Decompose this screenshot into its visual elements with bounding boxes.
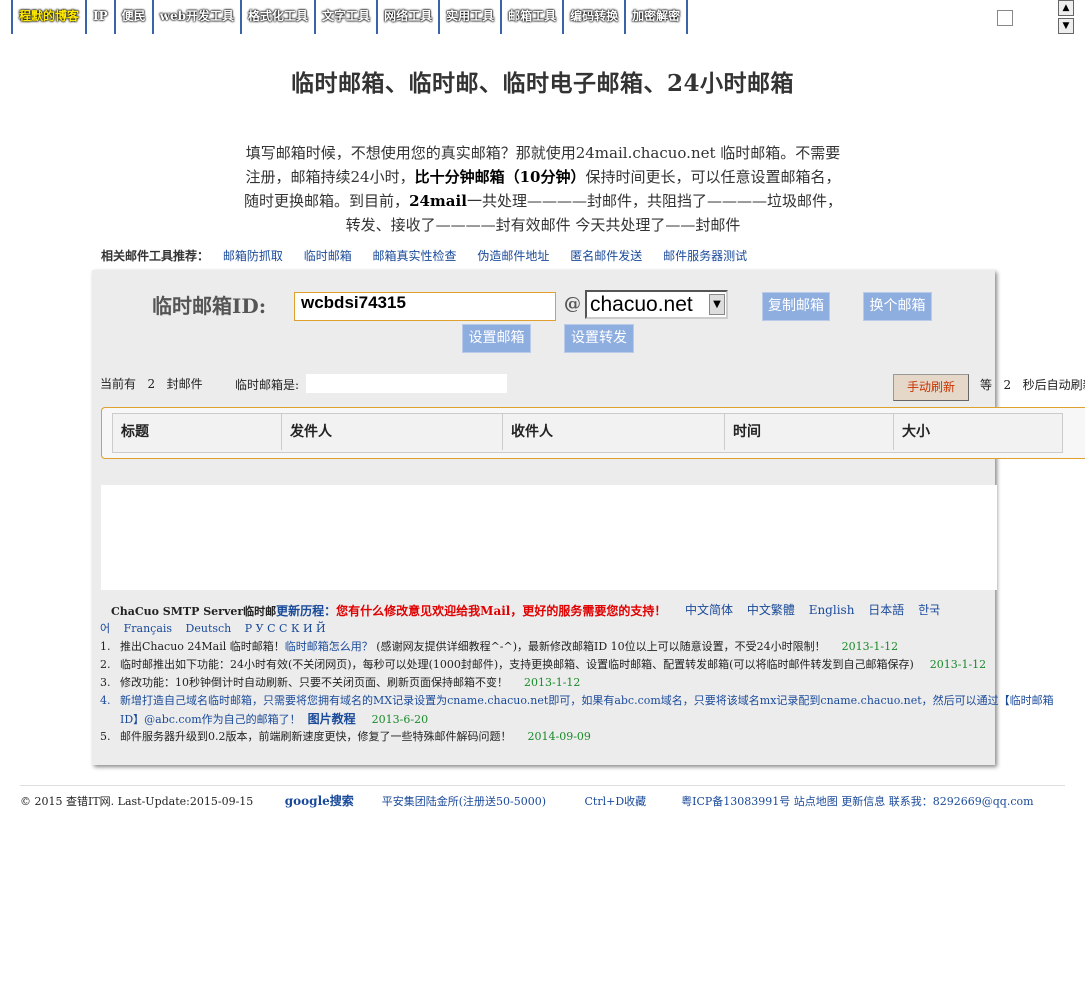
news-item-cont: ID】@abc.com作为自己的邮箱了！ 图片教程 2013-6-20 bbox=[120, 712, 429, 726]
col-size: 大小 bbox=[902, 424, 930, 440]
nav-text-tools[interactable]: 文字工具 bbox=[314, 0, 376, 34]
howto-link[interactable]: 临时邮箱怎么用？ bbox=[285, 640, 373, 653]
nav-web-dev-tools[interactable]: web开发工具 bbox=[151, 0, 240, 34]
lang-en[interactable]: English bbox=[809, 603, 855, 617]
set-mailbox-button[interactable]: 设置邮箱 bbox=[462, 324, 531, 353]
lang-ko[interactable]: 한국 bbox=[918, 603, 940, 617]
news-list: 1. 推出Chacuo 24Mail 临时邮箱！临时邮箱怎么用？ (感谢网友提供详… bbox=[100, 638, 1085, 746]
link-mail-check[interactable]: 邮箱真实性检查 bbox=[373, 249, 457, 263]
manual-refresh-button[interactable]: 手动刷新 bbox=[893, 374, 969, 401]
nav-encryption[interactable]: 加密解密 bbox=[624, 0, 689, 34]
scroll-down-icon[interactable]: ▼ bbox=[1058, 18, 1074, 34]
domain-value: chacuo.net bbox=[590, 293, 693, 316]
nav-format-tools[interactable]: 格式化工具 bbox=[240, 0, 314, 34]
lang-fr[interactable]: Français bbox=[124, 622, 172, 635]
nav-mail-tools[interactable]: 邮箱工具 bbox=[500, 0, 562, 34]
link-server-test[interactable]: 邮件服务器测试 bbox=[663, 249, 747, 263]
mailbox-panel: 临时邮箱ID: wcbdsi74315 @ chacuo.net ▼ 复制邮箱 … bbox=[92, 270, 1085, 765]
mail-count: 当前有 2 封邮件 bbox=[100, 377, 203, 391]
chevron-down-icon[interactable]: ▼ bbox=[709, 294, 725, 315]
news-header: ChaCuo SMTP Server临时邮更新历程：您有什么修改意见欢迎给我Ma… bbox=[111, 604, 667, 618]
set-forward-button[interactable]: 设置转发 bbox=[564, 324, 634, 353]
news-item: 5. 邮件服务器升级到0.2版本，前端刷新速度更快，修复了一些特殊邮件解码问题！ 2… bbox=[100, 730, 591, 743]
icp-link[interactable]: 粤ICP备13083991号 站点地图 更新信息 联系我：8292669@qq.… bbox=[681, 795, 1033, 808]
tutorial-link[interactable]: 图片教程 bbox=[308, 712, 356, 726]
current-mailbox-label: 临时邮箱是: bbox=[235, 378, 300, 392]
lang-ko-cont[interactable]: 어 bbox=[100, 622, 110, 635]
link-temp-mail[interactable]: 临时邮箱 bbox=[304, 249, 352, 263]
nav-practical-tools[interactable]: 实用工具 bbox=[438, 0, 500, 34]
copyright: © 2015 查错IT网. Last-Update:2015-09-15 bbox=[20, 795, 254, 808]
top-checkbox[interactable] bbox=[997, 10, 1013, 26]
mail-list bbox=[101, 485, 997, 590]
lang-zh-cn[interactable]: 中文简体 bbox=[685, 603, 733, 617]
at-sign: @ bbox=[564, 294, 581, 314]
favorite-link[interactable]: Ctrl+D收藏 bbox=[585, 795, 647, 808]
mailbox-id-label: 临时邮箱ID: bbox=[152, 294, 267, 318]
mail-count-value: 2 bbox=[147, 377, 156, 391]
news-item: 2. 临时邮推出如下功能：24小时有效(不关闭网页)，每秒可以处理(1000封邮件… bbox=[100, 658, 987, 671]
related-tools: 相关邮件工具推荐： 邮箱防抓取 临时邮箱 邮箱真实性检查 伪造邮件地址 匿名邮件… bbox=[101, 247, 764, 264]
col-subject: 标题 bbox=[113, 414, 282, 450]
ad-link[interactable]: 平安集团陆金所(注册送50-5000) bbox=[382, 795, 546, 808]
footer: © 2015 查错IT网. Last-Update:2015-09-15 goo… bbox=[20, 785, 1065, 809]
scroll-up-icon[interactable]: ▲ bbox=[1058, 0, 1074, 16]
lang-zh-tw[interactable]: 中文繁體 bbox=[747, 603, 795, 617]
link-anon-send[interactable]: 匿名邮件发送 bbox=[570, 249, 642, 263]
lang-de[interactable]: Deutsch bbox=[186, 622, 232, 635]
link-fake-address[interactable]: 伪造邮件地址 bbox=[477, 249, 549, 263]
page-title: 临时邮箱、临时邮、临时电子邮箱、24小时邮箱 bbox=[290, 70, 794, 97]
col-recipient: 收件人 bbox=[503, 414, 725, 450]
countdown-value: 2 bbox=[1003, 378, 1012, 392]
nav-encoding[interactable]: 编码转换 bbox=[562, 0, 624, 34]
copy-mailbox-button[interactable]: 复制邮箱 bbox=[762, 292, 830, 321]
google-search-link[interactable]: google搜索 bbox=[285, 794, 354, 808]
language-links: 中文简体 中文繁體 English 日本語 한국 bbox=[685, 601, 950, 618]
mail-table-header: 标题 发件人 收件人 时间 大小 bbox=[112, 413, 1063, 453]
top-nav: 程默的博客 IP 便民 web开发工具 格式化工具 文字工具 网络工具 实用工具… bbox=[11, 0, 689, 34]
nav-convenience[interactable]: 便民 bbox=[113, 0, 152, 34]
nav-ip[interactable]: IP bbox=[85, 0, 114, 34]
auto-refresh-countdown: 等 2 秒后自动刷新 bbox=[980, 378, 1085, 392]
lang-ru[interactable]: Р У С С К И Й bbox=[245, 622, 326, 635]
domain-select[interactable]: chacuo.net ▼ bbox=[585, 290, 728, 319]
col-time: 时间 bbox=[725, 414, 894, 450]
intro-text: 填写邮箱时候，不想使用您的真实邮箱？那就使用24mail.chacuo.net … bbox=[244, 144, 842, 234]
link-anti-scrape[interactable]: 邮箱防抓取 bbox=[223, 249, 283, 263]
mailbox-id-input[interactable]: wcbdsi74315 bbox=[294, 292, 556, 321]
current-mailbox-field bbox=[306, 374, 507, 393]
language-links-2: 어 Français Deutsch Р У С С К И Й bbox=[100, 620, 336, 636]
news-item: 3. 修改功能：10秒钟倒计时自动刷新、只要不关闭页面、刷新页面保持邮箱不变！ 20… bbox=[100, 676, 581, 689]
col-sender: 发件人 bbox=[282, 414, 503, 450]
news-item: 4. 新增打造自己域名临时邮箱，只需要将您拥有域名的MX记录设置为cname.ch… bbox=[100, 694, 1054, 707]
related-label: 相关邮件工具推荐： bbox=[101, 249, 210, 263]
lang-ja[interactable]: 日本語 bbox=[868, 603, 904, 617]
change-mailbox-button[interactable]: 换个邮箱 bbox=[863, 292, 932, 321]
nav-network-tools[interactable]: 网络工具 bbox=[376, 0, 438, 34]
nav-blog[interactable]: 程默的博客 bbox=[11, 0, 85, 34]
news-item: 1. 推出Chacuo 24Mail 临时邮箱！临时邮箱怎么用？ (感谢网友提供详… bbox=[100, 640, 899, 653]
